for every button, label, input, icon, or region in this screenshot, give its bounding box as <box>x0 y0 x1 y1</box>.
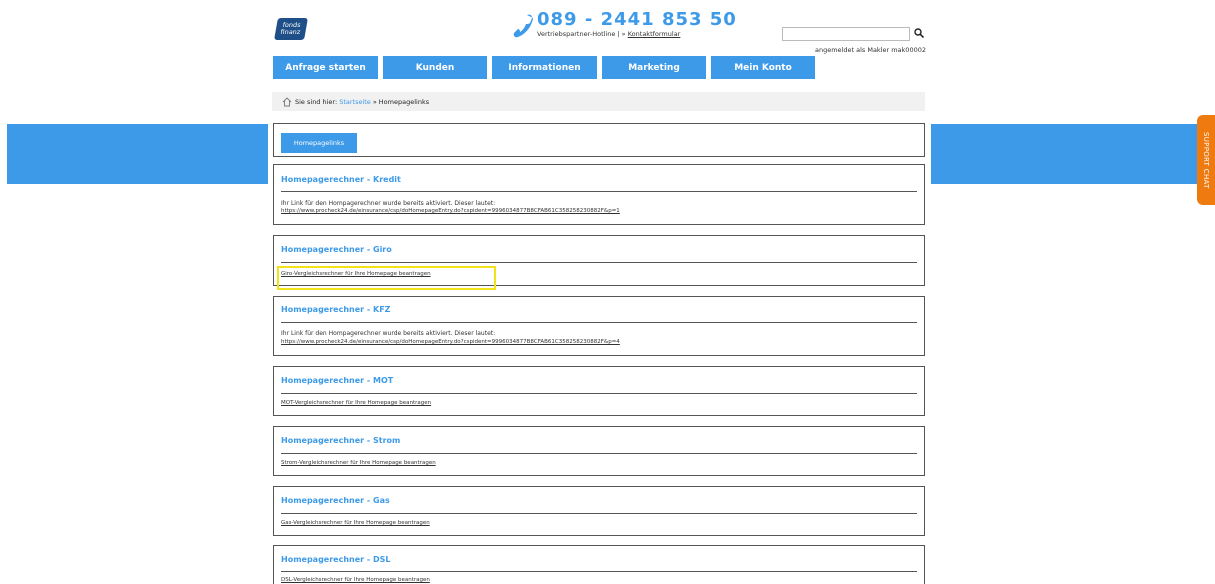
section-title: Homepagerechner - Kredit <box>281 175 401 184</box>
kredit-link[interactable]: https://www.procheck24.de/einsurance/csp… <box>281 208 620 214</box>
contact-form-link[interactable]: Kontaktformular <box>628 30 681 38</box>
side-band-right <box>931 124 1207 184</box>
nav-mein-konto[interactable]: Mein Konto <box>711 56 815 79</box>
section-title: Homepagerechner - Strom <box>281 436 401 445</box>
section-divider <box>281 571 917 572</box>
strom-apply-link[interactable]: Strom-Vergleichsrechner für Ihre Homepag… <box>281 460 436 466</box>
side-band-left <box>7 124 268 184</box>
dsl-apply-link[interactable]: DSL-Vergleichsrechner für Ihre Homepage … <box>281 577 430 583</box>
search-icon[interactable] <box>914 28 924 38</box>
section-divider <box>281 262 917 263</box>
gas-apply-link[interactable]: Gas-Vergleichsrechner für Ihre Homepage … <box>281 520 430 526</box>
hotline-subline: Vertriebspartner-Hotline | » Kontaktform… <box>537 30 680 38</box>
nav-informationen[interactable]: Informationen <box>492 56 597 79</box>
section-title: Homepagerechner - DSL <box>281 555 391 564</box>
nav-marketing[interactable]: Marketing <box>602 56 706 79</box>
search-input[interactable] <box>782 27 910 41</box>
support-chat-label: SUPPORT CHAT <box>1202 131 1210 189</box>
breadcrumb-prefix: Sie sind hier: <box>295 97 338 106</box>
hotline-label: Vertriebspartner-Hotline | » <box>537 30 626 38</box>
section-text: Ihr Link für den Hompagerechner wurde be… <box>281 330 496 337</box>
hotline-number: 089 - 2441 853 50 <box>537 9 737 30</box>
section-title: Homepagerechner - KFZ <box>281 305 391 314</box>
section-divider <box>281 393 917 394</box>
logged-in-status: angemeldet als Makler mak00002 <box>814 46 926 54</box>
support-chat-tab[interactable]: SUPPORT CHAT <box>1197 115 1215 205</box>
logo-line-2: finanz <box>280 28 301 36</box>
breadcrumb: Sie sind hier: Startseite » Homepagelink… <box>272 92 925 111</box>
breadcrumb-home-link[interactable]: Startseite <box>339 98 371 106</box>
section-gas <box>273 486 925 536</box>
home-icon <box>282 96 292 106</box>
nav-kunden[interactable]: Kunden <box>383 56 487 79</box>
section-divider <box>281 191 917 192</box>
kfz-link[interactable]: https://www.procheck24.de/einsurance/csp… <box>281 339 620 345</box>
breadcrumb-separator: » <box>372 97 377 106</box>
section-title: Homepagerechner - Gas <box>281 496 390 505</box>
section-strom <box>273 426 925 476</box>
highlight-box <box>277 266 496 290</box>
section-text: Ihr Link für den Hompagerechner wurde be… <box>281 200 496 207</box>
nav-anfrage-starten[interactable]: Anfrage starten <box>273 56 378 79</box>
section-title: Homepagerechner - Giro <box>281 245 392 254</box>
breadcrumb-current: Homepagelinks <box>378 97 430 106</box>
section-divider <box>281 513 917 514</box>
homepagelinks-tab-button[interactable]: Homepagelinks <box>281 133 357 153</box>
tab-panel <box>273 123 925 157</box>
fonds-finanz-logo[interactable]: fonds finanz <box>274 18 308 40</box>
section-kredit <box>273 164 925 225</box>
phone-icon <box>513 14 533 38</box>
section-divider <box>281 453 917 454</box>
section-mot <box>273 366 925 416</box>
section-title: Homepagerechner - MOT <box>281 376 394 385</box>
mot-apply-link[interactable]: MOT-Vergleichsrechner für Ihre Homepage … <box>281 400 431 406</box>
section-divider <box>281 322 917 323</box>
